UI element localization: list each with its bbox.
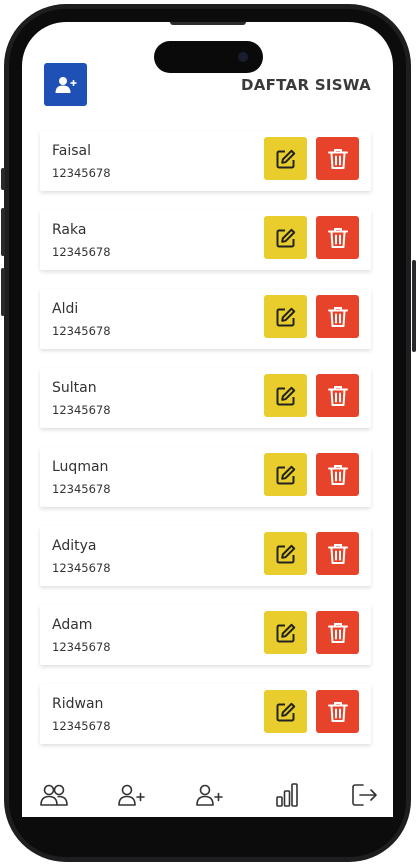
nav-logout[interactable]: [350, 780, 380, 810]
student-name: Aldi: [52, 301, 79, 317]
trash-icon: [327, 464, 348, 485]
add-student-button[interactable]: [44, 63, 87, 106]
nav-add-teacher[interactable]: [194, 780, 224, 810]
edit-button[interactable]: [264, 295, 307, 338]
trash-icon: [327, 385, 348, 406]
delete-button[interactable]: [316, 453, 359, 496]
edit-icon: [276, 228, 295, 247]
edit-icon: [276, 386, 295, 405]
user-plus-icon: [118, 784, 145, 806]
user-plus-icon: [196, 784, 223, 806]
edit-button[interactable]: [264, 137, 307, 180]
delete-button[interactable]: [316, 137, 359, 180]
user-plus-icon: [55, 76, 76, 93]
student-list: Faisal 12345678 Raka 12345678 Aldi 12345…: [40, 131, 371, 763]
student-nis: 12345678: [52, 482, 111, 496]
mute-switch: [1, 168, 5, 190]
edit-button[interactable]: [264, 690, 307, 733]
student-nis: 12345678: [52, 245, 111, 259]
delete-button[interactable]: [316, 611, 359, 654]
nav-statistics[interactable]: [272, 780, 302, 810]
dynamic-island: [154, 41, 263, 73]
edit-icon: [276, 702, 295, 721]
camera-lens: [238, 52, 248, 62]
student-nis: 12345678: [52, 561, 111, 575]
edit-button[interactable]: [264, 453, 307, 496]
edit-button[interactable]: [264, 216, 307, 259]
app-screen: DAFTAR SISWA Faisal 12345678 Raka 123456…: [22, 22, 393, 817]
edit-icon: [276, 623, 295, 642]
delete-button[interactable]: [316, 374, 359, 417]
student-name: Raka: [52, 222, 87, 238]
student-nis: 12345678: [52, 640, 111, 654]
student-name: Sultan: [52, 380, 97, 396]
student-card: Raka 12345678: [40, 210, 371, 270]
student-name: Adam: [52, 617, 93, 633]
page-title: DAFTAR SISWA: [240, 76, 371, 94]
delete-button[interactable]: [316, 690, 359, 733]
edit-icon: [276, 544, 295, 563]
trash-icon: [327, 306, 348, 327]
student-nis: 12345678: [52, 403, 111, 417]
power-button: [412, 260, 416, 352]
student-nis: 12345678: [52, 166, 111, 180]
delete-button[interactable]: [316, 216, 359, 259]
student-name: Luqman: [52, 459, 109, 475]
student-name: Aditya: [52, 538, 97, 554]
student-name: Faisal: [52, 143, 91, 159]
logout-icon: [352, 784, 377, 806]
edit-icon: [276, 149, 295, 168]
student-card: Aldi 12345678: [40, 289, 371, 349]
volume-down-button: [1, 268, 5, 316]
student-card: Ridwan 12345678: [40, 684, 371, 744]
student-card: Adam 12345678: [40, 605, 371, 665]
edit-icon: [276, 307, 295, 326]
trash-icon: [327, 701, 348, 722]
student-nis: 12345678: [52, 324, 111, 338]
student-nis: 12345678: [52, 719, 111, 733]
delete-button[interactable]: [316, 532, 359, 575]
student-card: Aditya 12345678: [40, 526, 371, 586]
edit-button[interactable]: [264, 532, 307, 575]
nav-students[interactable]: [39, 780, 69, 810]
trash-icon: [327, 148, 348, 169]
student-card: Sultan 12345678: [40, 368, 371, 428]
volume-up-button: [1, 208, 5, 256]
student-card: Faisal 12345678: [40, 131, 371, 191]
edit-button[interactable]: [264, 611, 307, 654]
bottom-navbar: [22, 772, 393, 817]
edit-button[interactable]: [264, 374, 307, 417]
student-card: Luqman 12345678: [40, 447, 371, 507]
delete-button[interactable]: [316, 295, 359, 338]
trash-icon: [327, 227, 348, 248]
bar-chart-icon: [276, 783, 298, 807]
speaker-grille: [170, 22, 246, 25]
users-icon: [40, 784, 68, 806]
trash-icon: [327, 622, 348, 643]
nav-add-student[interactable]: [116, 780, 146, 810]
edit-icon: [276, 465, 295, 484]
trash-icon: [327, 543, 348, 564]
student-name: Ridwan: [52, 696, 104, 712]
